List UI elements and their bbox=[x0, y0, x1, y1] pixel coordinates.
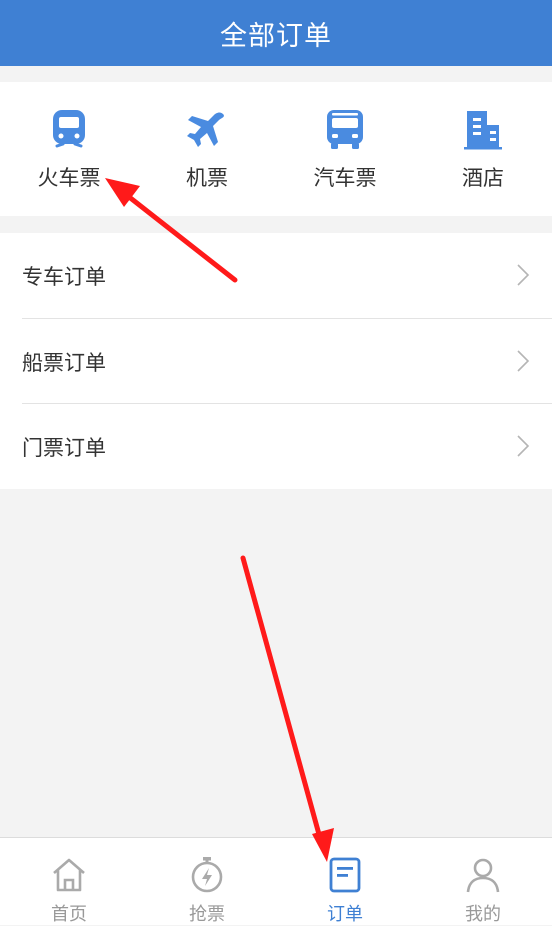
tab-orders[interactable]: 订单 bbox=[276, 838, 414, 925]
order-icon bbox=[329, 857, 361, 893]
tab-home-label: 首页 bbox=[51, 904, 87, 925]
list-item-admission[interactable]: 门票订单 bbox=[0, 404, 552, 489]
hotel-icon bbox=[464, 111, 502, 150]
tab-profile[interactable]: 我的 bbox=[414, 838, 552, 925]
tab-grab-ticket-label: 抢票 bbox=[189, 904, 225, 925]
tab-orders-label: 订单 bbox=[327, 904, 363, 925]
header-bar: 全部订单 bbox=[0, 0, 552, 66]
page-title: 全部订单 bbox=[220, 20, 332, 52]
category-train[interactable]: 火车票 bbox=[0, 82, 138, 216]
tab-grab-ticket[interactable]: 抢票 bbox=[138, 838, 276, 925]
stopwatch-icon bbox=[191, 857, 223, 893]
list-item-ferry[interactable]: 船票订单 bbox=[0, 319, 552, 404]
train-icon bbox=[53, 110, 85, 148]
list-item-label: 门票订单 bbox=[22, 435, 106, 460]
list-item-label: 船票订单 bbox=[22, 350, 106, 375]
chevron-right-icon bbox=[517, 435, 530, 457]
category-bus[interactable]: 汽车票 bbox=[276, 82, 414, 216]
category-bar: 火车票 机票 汽车票 酒店 bbox=[0, 82, 552, 216]
chevron-right-icon bbox=[517, 264, 530, 286]
category-train-label: 火车票 bbox=[37, 166, 101, 190]
airplane-icon bbox=[187, 112, 224, 147]
category-hotel-label: 酒店 bbox=[462, 166, 504, 190]
tab-home[interactable]: 首页 bbox=[0, 838, 138, 925]
list-item-label: 专车订单 bbox=[22, 264, 106, 289]
home-icon bbox=[53, 858, 85, 892]
arrow-to-orders-tab-icon bbox=[240, 555, 334, 862]
category-flight[interactable]: 机票 bbox=[138, 82, 276, 216]
tab-profile-label: 我的 bbox=[465, 904, 501, 925]
list-item-private-car[interactable]: 专车订单 bbox=[0, 233, 552, 318]
bottom-tab-bar: 首页 抢票 订单 我的 bbox=[0, 837, 552, 925]
category-hotel[interactable]: 酒店 bbox=[414, 82, 552, 216]
category-bus-label: 汽车票 bbox=[313, 166, 377, 190]
order-list: 专车订单 船票订单 门票订单 bbox=[0, 233, 552, 489]
chevron-right-icon bbox=[517, 350, 530, 372]
bus-icon bbox=[327, 110, 363, 149]
profile-icon bbox=[466, 858, 500, 893]
category-flight-label: 机票 bbox=[186, 166, 228, 190]
